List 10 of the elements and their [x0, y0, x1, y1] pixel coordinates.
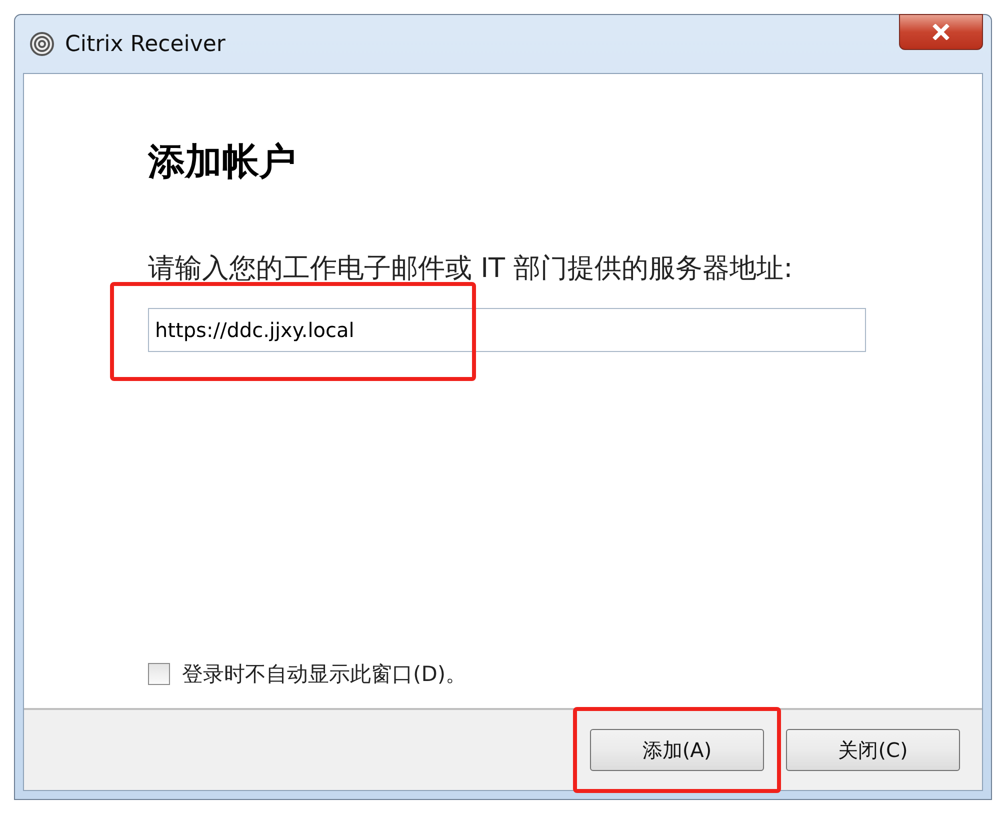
window-title: Citrix Receiver	[65, 30, 226, 58]
dialog-heading: 添加帐户	[148, 140, 297, 184]
checkbox-label: 登录时不自动显示此窗口(D)。	[182, 660, 467, 688]
close-dialog-button[interactable]: 关闭(C)	[786, 729, 960, 771]
checkbox[interactable]	[148, 663, 170, 686]
close-icon	[932, 24, 950, 40]
server-address-field[interactable]: https://ddc.jjxy.local	[148, 308, 866, 352]
close-button[interactable]	[899, 14, 983, 50]
add-button[interactable]: 添加(A)	[590, 729, 764, 771]
prompt-text: 请输入您的工作电子邮件或 IT 部门提供的服务器地址:	[148, 252, 794, 286]
